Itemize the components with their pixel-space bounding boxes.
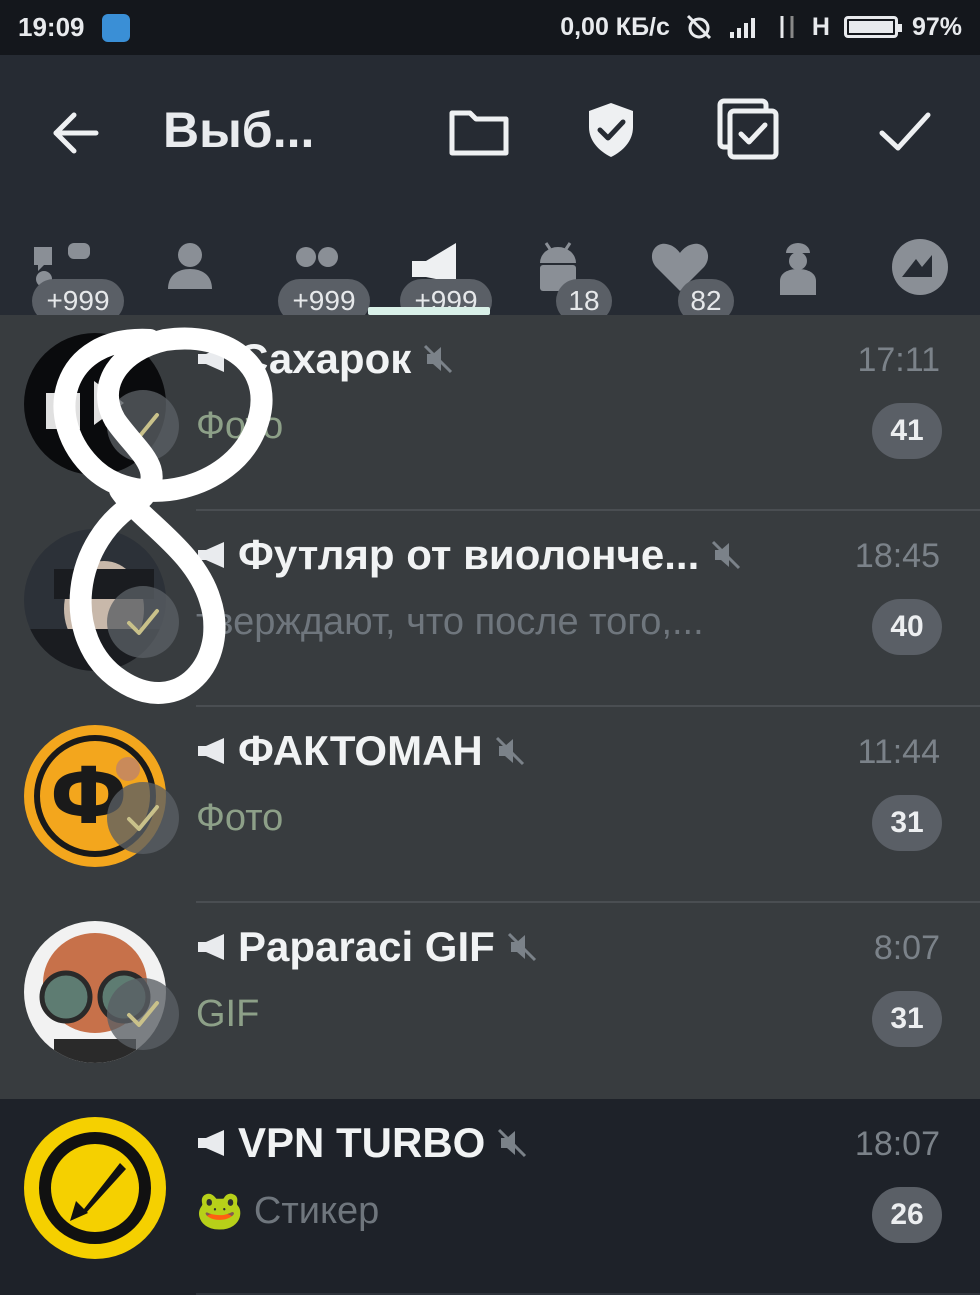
handwritten-annotation bbox=[53, 327, 273, 704]
